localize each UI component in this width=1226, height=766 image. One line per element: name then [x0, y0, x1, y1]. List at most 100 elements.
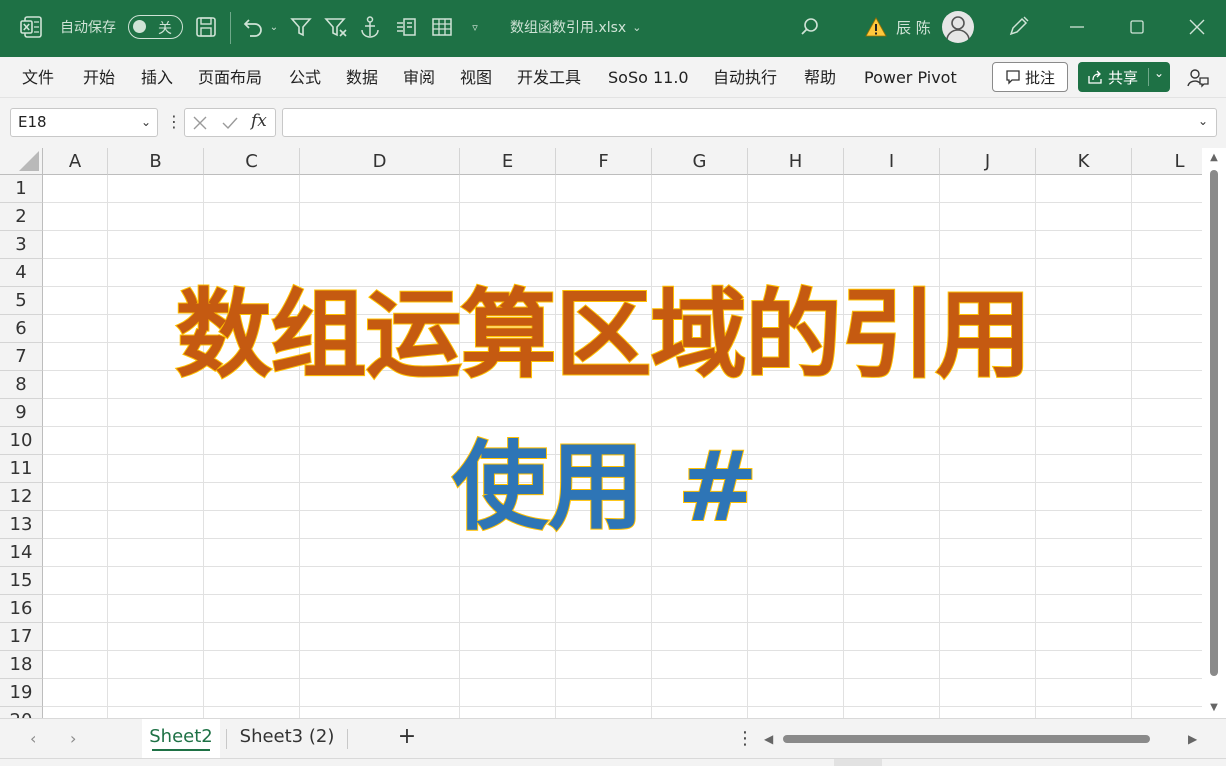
row-header-1[interactable]: 1 — [0, 175, 43, 203]
sheet-tab-sheet2[interactable]: Sheet2 — [142, 719, 220, 759]
user-name[interactable]: 辰 陈 — [896, 16, 931, 38]
scroll-down-icon[interactable]: ▼ — [1207, 702, 1221, 716]
vertical-scrollbar[interactable]: ▲ ▼ — [1202, 148, 1226, 718]
filter-icon[interactable] — [288, 14, 314, 40]
column-header-b[interactable]: B — [108, 148, 204, 175]
scroll-up-icon[interactable]: ▲ — [1207, 152, 1221, 166]
row-header-5[interactable]: 5 — [0, 287, 43, 315]
column-header-a[interactable]: A — [43, 148, 108, 175]
column-header-l[interactable]: L — [1132, 148, 1202, 175]
column-header-j[interactable]: J — [940, 148, 1036, 175]
tab-review[interactable]: 审阅 — [403, 57, 435, 98]
row-header-10[interactable]: 10 — [0, 427, 43, 455]
chevron-down-icon[interactable]: ⌄ — [1154, 66, 1164, 80]
search-icon[interactable] — [798, 15, 822, 39]
autosave-toggle[interactable]: 关 — [128, 15, 183, 39]
row-header-7[interactable]: 7 — [0, 343, 43, 371]
sheet-tab-sheet3-2[interactable]: Sheet3 (2) — [234, 719, 340, 759]
tab-divider — [226, 729, 227, 749]
row-header-17[interactable]: 17 — [0, 623, 43, 651]
scroll-left-icon[interactable]: ◀ — [764, 719, 773, 759]
prev-sheet-icon[interactable]: ‹ — [30, 719, 36, 759]
next-sheet-icon[interactable]: › — [70, 719, 76, 759]
row-header-4[interactable]: 4 — [0, 259, 43, 287]
close-icon[interactable] — [1186, 15, 1208, 39]
anchor-icon[interactable] — [358, 14, 382, 40]
formula-buttons: fx — [184, 108, 276, 137]
select-all-triangle-icon — [19, 151, 39, 171]
enter-icon[interactable] — [221, 114, 239, 132]
column-header-g[interactable]: G — [652, 148, 748, 175]
column-header-c[interactable]: C — [204, 148, 300, 175]
add-sheet-button[interactable]: + — [392, 719, 422, 759]
expand-formula-icon[interactable]: ⌄ — [1198, 114, 1208, 128]
tab-data[interactable]: 数据 — [346, 57, 378, 98]
column-header-h[interactable]: H — [748, 148, 844, 175]
tab-file[interactable]: 文件 — [22, 57, 54, 98]
share-button[interactable]: 共享 ⌄ — [1078, 62, 1170, 92]
column-header-f[interactable]: F — [556, 148, 652, 175]
table-icon[interactable] — [429, 14, 455, 40]
tab-home[interactable]: 开始 — [83, 57, 115, 98]
save-icon[interactable] — [194, 15, 218, 39]
gridline-vertical — [1035, 175, 1036, 718]
row-header-16[interactable]: 16 — [0, 595, 43, 623]
row-header-14[interactable]: 14 — [0, 539, 43, 567]
maximize-icon[interactable] — [1126, 15, 1148, 39]
tab-help[interactable]: 帮助 — [804, 57, 836, 98]
tab-formulas[interactable]: 公式 — [289, 57, 321, 98]
tab-page-layout[interactable]: 页面布局 — [198, 57, 262, 98]
row-header-20[interactable]: 20 — [0, 707, 43, 718]
column-header-d[interactable]: D — [300, 148, 460, 175]
file-name[interactable]: 数组函数引用.xlsx ⌄ — [510, 16, 641, 38]
gridline-horizontal — [43, 706, 1202, 707]
horizontal-scrollbar[interactable] — [780, 731, 1190, 747]
tab-developer[interactable]: 开发工具 — [517, 57, 581, 98]
minimize-icon[interactable] — [1066, 15, 1088, 39]
scroll-right-icon[interactable]: ▶ — [1188, 719, 1197, 759]
tab-automate[interactable]: 自动执行 — [713, 57, 777, 98]
chevron-down-icon[interactable]: ⌄ — [141, 109, 151, 136]
gridline-horizontal — [43, 230, 1202, 231]
vertical-scroll-thumb[interactable] — [1210, 170, 1218, 676]
tab-soso[interactable]: SoSo 11.0 — [608, 57, 689, 98]
normal-view-button[interactable] — [834, 759, 882, 766]
tab-power-pivot[interactable]: Power Pivot — [864, 57, 957, 98]
row-header-6[interactable]: 6 — [0, 315, 43, 343]
row-header-13[interactable]: 13 — [0, 511, 43, 539]
avatar[interactable] — [942, 11, 974, 43]
row-header-11[interactable]: 11 — [0, 455, 43, 483]
more-tabs-icon[interactable]: ⋮ — [736, 719, 754, 759]
row-header-9[interactable]: 9 — [0, 399, 43, 427]
cancel-icon[interactable] — [191, 114, 209, 132]
row-header-8[interactable]: 8 — [0, 371, 43, 399]
more-options-icon[interactable]: ⋮ — [166, 112, 182, 134]
comment-button[interactable]: 批注 — [992, 62, 1068, 92]
row-header-15[interactable]: 15 — [0, 567, 43, 595]
paste-format-icon[interactable] — [393, 14, 419, 40]
undo-dropdown-icon[interactable]: ⌄ — [267, 18, 281, 36]
insert-function-button[interactable]: fx — [251, 111, 267, 131]
warning-icon[interactable] — [864, 15, 888, 39]
gridline-vertical — [843, 175, 844, 718]
horizontal-scroll-thumb[interactable] — [783, 735, 1150, 743]
formula-input[interactable]: ⌄ — [282, 108, 1217, 137]
row-header-12[interactable]: 12 — [0, 483, 43, 511]
undo-icon[interactable] — [240, 14, 266, 40]
select-all-button[interactable] — [0, 148, 43, 175]
coauthor-icon[interactable] — [1186, 66, 1210, 90]
column-header-i[interactable]: I — [844, 148, 940, 175]
column-header-k[interactable]: K — [1036, 148, 1132, 175]
pen-icon[interactable] — [1006, 15, 1030, 39]
clear-filter-icon[interactable] — [322, 14, 350, 40]
row-header-19[interactable]: 19 — [0, 679, 43, 707]
row-header-2[interactable]: 2 — [0, 203, 43, 231]
row-header-18[interactable]: 18 — [0, 651, 43, 679]
row-header-3[interactable]: 3 — [0, 231, 43, 259]
tab-view[interactable]: 视图 — [460, 57, 492, 98]
tab-insert[interactable]: 插入 — [141, 57, 173, 98]
column-header-e[interactable]: E — [460, 148, 556, 175]
customize-toolbar-icon[interactable]: ▿ — [468, 18, 482, 36]
name-box[interactable]: E18 ⌄ — [10, 108, 158, 137]
formula-bar: E18 ⌄ ⋮ fx ⌄ — [0, 98, 1226, 148]
